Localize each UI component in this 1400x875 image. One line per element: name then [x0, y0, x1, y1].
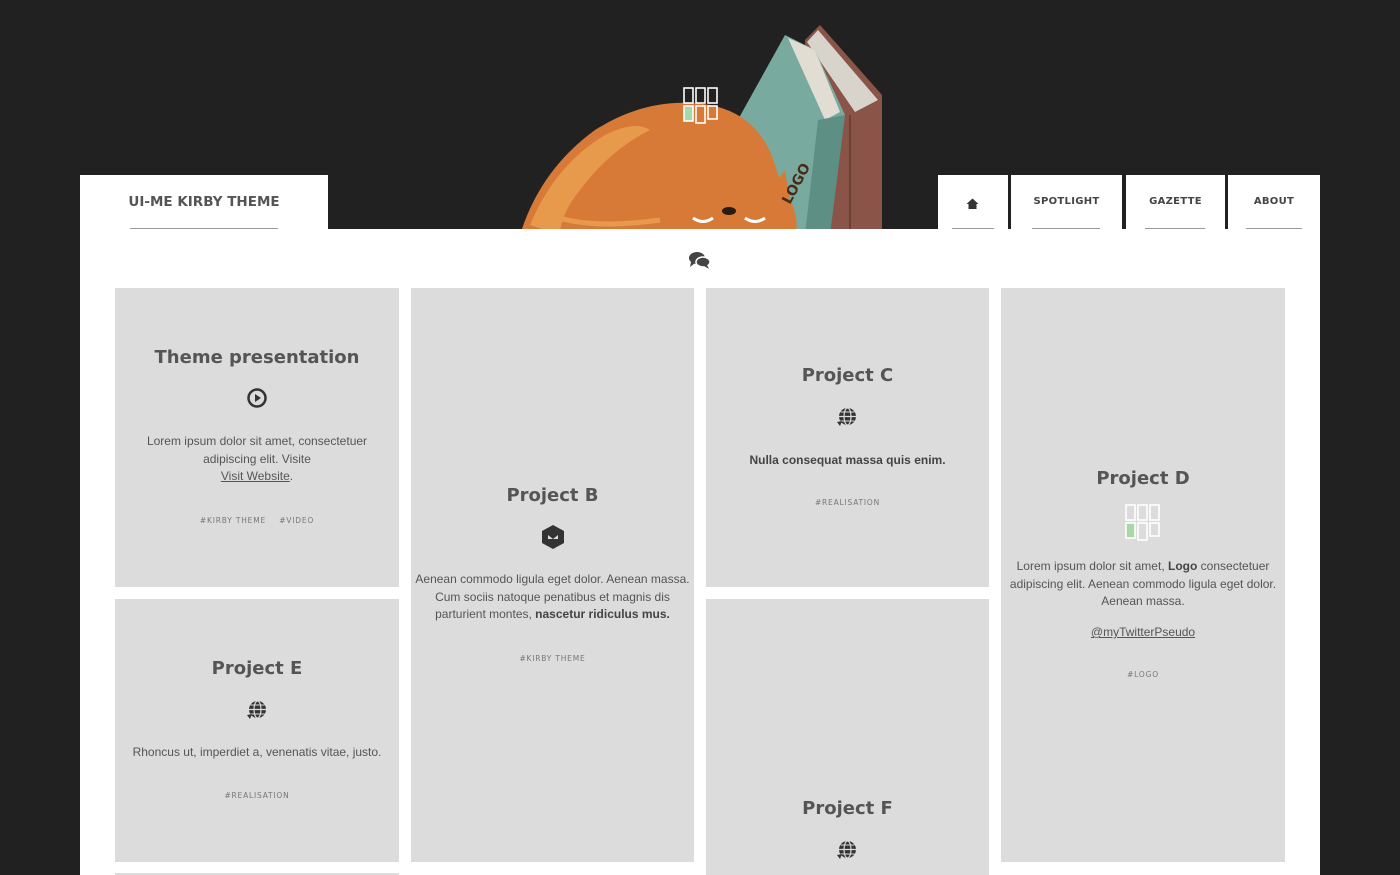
- twitter-link[interactable]: @myTwitterPseudo: [1091, 625, 1195, 639]
- card-text-line: Rhoncus ut, imperdiet a, venenatis vitae…: [132, 745, 382, 759]
- visit-website-link[interactable]: Visit Website: [221, 469, 290, 483]
- card-text-bold: nascetur ridiculus mus.: [535, 607, 670, 621]
- card-text-line: Aenean commodo ligula eget dolor. Aenean…: [415, 572, 690, 586]
- card-strong-text: Nulla consequat massa quis enim.: [749, 453, 946, 467]
- tag[interactable]: #REALISATION: [815, 498, 880, 507]
- card-title[interactable]: Project B: [411, 485, 694, 506]
- globe-icon: [837, 407, 856, 426]
- card-project-e[interactable]: Project E Rhoncus ut, imperdiet a, venen…: [115, 599, 399, 862]
- nav-item-spotlight[interactable]: SPOTLIGHT: [1011, 175, 1122, 230]
- nav-label[interactable]: GAZETTE: [1126, 196, 1225, 207]
- globe-icon: [246, 700, 266, 719]
- nav-label[interactable]: SPOTLIGHT: [1011, 196, 1122, 207]
- tag[interactable]: #LOGO: [1127, 670, 1159, 679]
- card-text-line: Lorem ipsum dolor sit amet, consectetuer: [146, 434, 368, 448]
- card-text-line: adipiscing elit. Visite: [203, 451, 311, 466]
- tag[interactable]: #KIRBY THEME: [200, 516, 266, 525]
- tag[interactable]: #VIDEO: [279, 516, 314, 525]
- card-project-c[interactable]: Project C Nulla consequat massa quis eni…: [706, 288, 989, 587]
- tag[interactable]: #REALISATION: [224, 791, 289, 800]
- nav-label[interactable]: ABOUT: [1228, 196, 1320, 207]
- comments-icon[interactable]: [688, 250, 712, 275]
- site-brand[interactable]: UI-ME KIRBY THEME: [80, 175, 328, 230]
- card-text-line: parturient montes,: [435, 607, 532, 621]
- card-title[interactable]: Project E: [115, 658, 399, 679]
- card-text-line: Lorem ipsum dolor sit amet,: [1016, 559, 1165, 573]
- nav-item-gazette[interactable]: GAZETTE: [1126, 175, 1225, 230]
- card-theme-presentation[interactable]: Theme presentation Lorem ipsum dolor sit…: [115, 288, 399, 587]
- globe-icon: [837, 840, 856, 859]
- logo-grid-icon: [1125, 504, 1160, 541]
- card-project-d[interactable]: Project D Lorem ipsum dolor sit amet, Lo…: [1001, 288, 1285, 862]
- card-text-line: adipiscing elit. Aenean commodo ligula e…: [1009, 576, 1277, 591]
- card-title[interactable]: Project D: [1001, 468, 1285, 489]
- site-title[interactable]: UI-ME KIRBY THEME: [80, 194, 328, 210]
- logo-grid-icon[interactable]: [683, 87, 719, 130]
- card-text-line: Cum sociis natoque penatibus et magnis d…: [435, 589, 670, 604]
- card-text-bold: Logo: [1168, 559, 1198, 573]
- tag[interactable]: #KIRBY THEME: [519, 654, 585, 663]
- video-play-icon: [247, 388, 267, 408]
- nav-item-about[interactable]: ABOUT: [1228, 175, 1320, 230]
- card-text-line: consectetuer: [1200, 559, 1270, 573]
- card-title[interactable]: Theme presentation: [115, 347, 399, 368]
- card-project-f[interactable]: Project F: [706, 599, 989, 875]
- card-text-line: Aenean massa.: [1101, 594, 1185, 608]
- nav-home[interactable]: [938, 175, 1008, 230]
- home-icon[interactable]: [966, 197, 979, 215]
- card-title[interactable]: Project C: [706, 365, 989, 386]
- card-title[interactable]: Project F: [706, 798, 989, 819]
- card-project-b[interactable]: Project B Aenean commodo ligula eget dol…: [411, 288, 694, 862]
- hexagon-icon: [541, 525, 564, 549]
